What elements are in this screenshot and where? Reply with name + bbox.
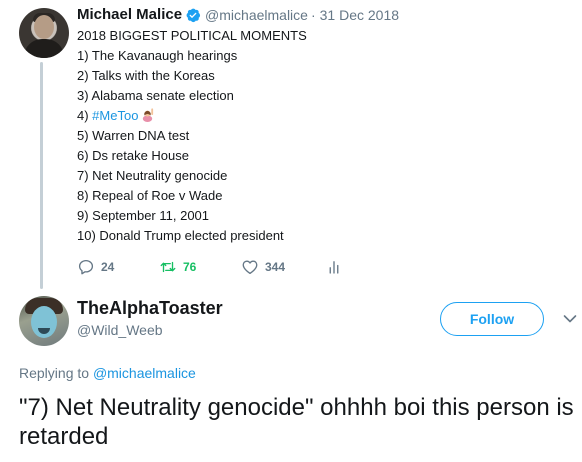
retweet-icon: [160, 261, 176, 273]
analytics-button[interactable]: [325, 258, 349, 276]
tweet-title-line: 2018 BIGGEST POLITICAL MOMENTS: [77, 28, 307, 43]
list-item: 4) #MeToo: [77, 106, 307, 126]
like-icon: [242, 260, 258, 275]
list-item: 6) Ds retake House: [77, 148, 189, 163]
chevron-down-icon[interactable]: [563, 314, 577, 324]
reply-count: 24: [101, 260, 115, 274]
date-separator: ·: [310, 6, 316, 23]
thread-connector-line: [40, 62, 43, 289]
list-item: 1) The Kavanaugh hearings: [77, 48, 238, 63]
avatar-body: [24, 39, 64, 58]
author-name[interactable]: Michael Malice: [77, 6, 182, 23]
list-item: 8) Repeal of Roe v Wade: [77, 188, 223, 203]
list-item: 3) Alabama senate election: [77, 88, 234, 103]
list-item: 7) Net Neutrality genocide: [77, 168, 228, 183]
reply-author-name[interactable]: TheAlphaToaster: [77, 298, 223, 319]
analytics-icon: [329, 261, 339, 274]
avatar-face: [34, 15, 54, 39]
verified-badge-icon: [186, 8, 201, 22]
reply-tweet-text: "7) Net Neutrality genocide" ohhhh boi t…: [19, 394, 574, 450]
replying-to-line: Replying to @michaelmalice: [19, 365, 196, 381]
tweet-timestamp[interactable]: 31 Dec 2018: [320, 7, 399, 23]
follow-button[interactable]: Follow: [440, 302, 544, 336]
retweet-button[interactable]: 76: [159, 258, 241, 276]
tweet-text: 2018 BIGGEST POLITICAL MOMENTS 1) The Ka…: [77, 26, 307, 246]
list-item: 2) Talks with the Koreas: [77, 68, 215, 83]
list-item: 5) Warren DNA test: [77, 128, 190, 143]
replying-to-label: Replying to: [19, 365, 90, 381]
mention-link[interactable]: @michaelmalice: [93, 365, 196, 381]
retweet-count: 76: [183, 260, 197, 274]
like-button[interactable]: 344: [241, 258, 325, 276]
reply-icon: [78, 259, 94, 275]
list-item-prefix: 4): [77, 108, 93, 123]
woman-raising-hand-emoji-icon: [143, 108, 154, 122]
tweet-header: Michael Malice @michaelmalice · 31 Dec 2…: [77, 6, 399, 23]
reply-button[interactable]: 24: [77, 258, 159, 276]
tweet-actions: 24 76 344: [77, 258, 349, 276]
like-count: 344: [265, 260, 286, 274]
hashtag-link[interactable]: #MeToo: [92, 108, 138, 123]
list-item: 10) Donald Trump elected president: [77, 228, 284, 243]
author-handle[interactable]: @michaelmalice: [205, 7, 308, 23]
author-avatar[interactable]: [19, 8, 69, 58]
list-item: 9) September 11, 2001: [77, 208, 210, 223]
reply-author-avatar[interactable]: [19, 296, 69, 346]
reply-author-handle[interactable]: @Wild_Weeb: [77, 322, 163, 338]
